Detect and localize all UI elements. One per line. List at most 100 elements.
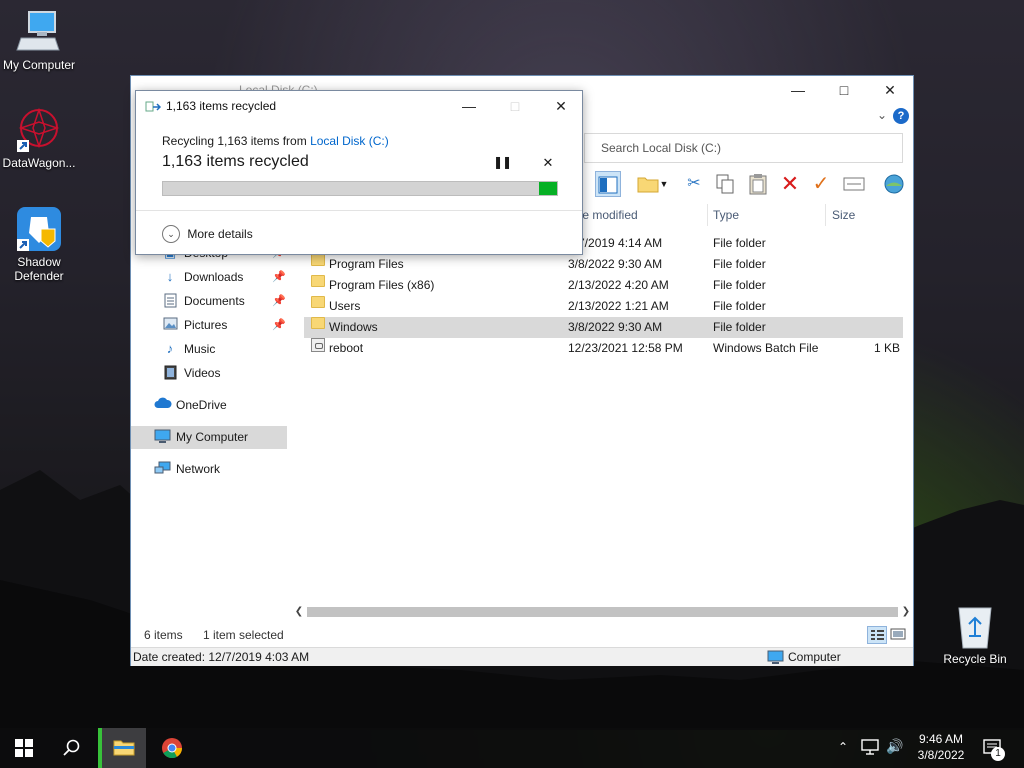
network-icon [154, 461, 171, 477]
notification-center-icon[interactable]: 1 [982, 738, 1005, 761]
taskbar-file-explorer-button[interactable] [98, 728, 146, 768]
file-date: 2/13/2022 1:21 AM [568, 299, 669, 313]
file-size: 1 KB [873, 341, 900, 355]
location-label: Computer [788, 650, 841, 664]
monitor-icon [15, 8, 63, 56]
table-row[interactable]: Program Files (x86) 2/13/2022 4:20 AM Fi… [304, 275, 904, 296]
column-separator[interactable] [707, 204, 708, 226]
scrollbar-thumb[interactable] [307, 607, 898, 617]
minimize-button[interactable]: — [775, 76, 821, 104]
details-bar: Date created: 12/7/2019 4:03 AM Computer [131, 647, 913, 666]
selection-count: 1 item selected [203, 628, 284, 642]
monitor-icon [767, 650, 784, 671]
file-date: 3/8/2022 9:30 AM [568, 320, 663, 334]
datawagon-icon [15, 106, 63, 154]
pin-icon[interactable]: 📌 [272, 266, 286, 288]
delete-icon[interactable]: ✕ [777, 171, 803, 197]
file-type: Windows Batch File [713, 341, 819, 355]
file-type: File folder [713, 236, 766, 250]
source-link[interactable]: Local Disk (C:) [310, 134, 389, 148]
divider [136, 210, 582, 211]
column-separator[interactable] [825, 204, 826, 226]
file-name: Users [329, 299, 361, 313]
globe-icon[interactable] [881, 171, 907, 197]
start-button[interactable] [0, 728, 48, 768]
cancel-button[interactable]: ✕ [538, 155, 558, 173]
desktop-icon-recycle-bin[interactable]: Recycle Bin [936, 602, 1014, 666]
cut-icon[interactable]: ✂ [681, 171, 707, 197]
download-icon: ↓ [166, 269, 174, 284]
checkmark-icon[interactable]: ✓ [808, 171, 834, 197]
file-type: File folder [713, 278, 766, 292]
file-type: File folder [713, 257, 766, 271]
close-button[interactable]: ✕ [538, 94, 584, 118]
folder-icon [311, 317, 325, 329]
folder-icon [311, 296, 325, 308]
onedrive-icon [154, 397, 172, 413]
large-icons-view-icon[interactable] [889, 626, 909, 644]
volume-icon[interactable]: 🔊 [886, 738, 903, 755]
pin-icon[interactable]: 📌 [272, 290, 286, 312]
file-name: Program Files [329, 257, 404, 271]
file-name: Windows [329, 320, 378, 334]
file-date: 2/13/2022 4:20 AM [568, 278, 669, 292]
batch-file-icon [311, 338, 325, 352]
pause-button[interactable]: ❚❚ [492, 155, 512, 173]
monitor-icon [154, 429, 171, 445]
horizontal-scrollbar[interactable]: ❮ ❯ [291, 603, 914, 620]
date-created: Date created: 12/7/2019 4:03 AM [133, 650, 310, 664]
desktop-icon-my-computer[interactable]: My Computer [0, 8, 78, 72]
scroll-right-icon[interactable]: ❯ [898, 603, 914, 620]
chevron-up-icon[interactable]: ⌃ [838, 740, 848, 754]
documents-icon [162, 293, 178, 309]
help-icon[interactable]: ? [893, 108, 909, 124]
recycle-progress-dialog: 1,163 items recycled — □ ✕ Recycling 1,1… [135, 90, 583, 255]
desktop-icon-datawagon[interactable]: DataWagon... [0, 106, 78, 170]
scroll-left-icon[interactable]: ❮ [291, 603, 307, 620]
music-icon: ♪ [166, 341, 174, 356]
table-row[interactable]: Users 2/13/2022 1:21 AM File folder [304, 296, 904, 317]
progress-fill [163, 182, 539, 195]
column-header-size[interactable]: Size [832, 204, 902, 226]
chevron-down-icon[interactable]: ▼ [657, 171, 671, 197]
preview-pane-icon[interactable] [595, 171, 621, 197]
file-date: 3/8/2022 9:30 AM [568, 257, 663, 271]
rename-icon[interactable] [841, 171, 867, 197]
videos-icon [162, 365, 178, 381]
close-button[interactable]: ✕ [867, 76, 913, 104]
details-view-icon[interactable] [867, 626, 887, 644]
copy-icon[interactable] [712, 171, 738, 197]
minimize-button[interactable]: — [446, 94, 492, 118]
status-bar: 6 items 1 item selected [131, 624, 913, 646]
recycle-bin-icon [951, 602, 999, 650]
clock[interactable]: 9:46 AM 3/8/2022 [910, 731, 972, 763]
pictures-icon [162, 317, 178, 333]
file-name: Program Files (x86) [329, 278, 435, 292]
folder-icon [311, 275, 325, 287]
file-type: File folder [713, 299, 766, 313]
column-header-date-modified[interactable]: te modified [579, 204, 705, 226]
search-button[interactable] [48, 728, 96, 768]
pin-icon[interactable]: 📌 [272, 314, 286, 336]
table-row[interactable]: reboot 12/23/2021 12:58 PM Windows Batch… [304, 338, 904, 359]
more-details-label: More details [187, 226, 253, 241]
maximize-button[interactable]: □ [821, 76, 867, 104]
maximize-button: □ [510, 98, 520, 114]
column-header-type[interactable]: Type [713, 204, 823, 226]
table-row-selected[interactable]: Windows 3/8/2022 9:30 AM File folder [304, 317, 903, 338]
network-tray-icon[interactable] [861, 739, 879, 758]
taskbar: ⌃ 🔊 9:46 AM 3/8/2022 1 [0, 728, 1024, 768]
more-details-button[interactable]: ⌄ More details [162, 223, 253, 245]
file-date: 12/23/2021 12:58 PM [568, 341, 683, 355]
progress-indicator [539, 182, 557, 195]
search-placeholder: Search Local Disk (C:) [601, 141, 722, 155]
collapse-ribbon-icon[interactable]: ⌄ [877, 108, 887, 122]
desktop-icon-shadow-defender[interactable]: Shadow Defender [0, 205, 78, 283]
table-row[interactable]: Program Files 3/8/2022 9:30 AM File fold… [304, 254, 904, 275]
file-type: File folder [713, 320, 766, 334]
notification-badge: 1 [991, 747, 1005, 761]
paste-icon[interactable] [745, 171, 771, 197]
taskbar-chrome-button[interactable] [148, 728, 196, 768]
desktop-icon-label: Shadow Defender [14, 255, 64, 283]
search-input[interactable]: Search Local Disk (C:) [584, 133, 903, 163]
